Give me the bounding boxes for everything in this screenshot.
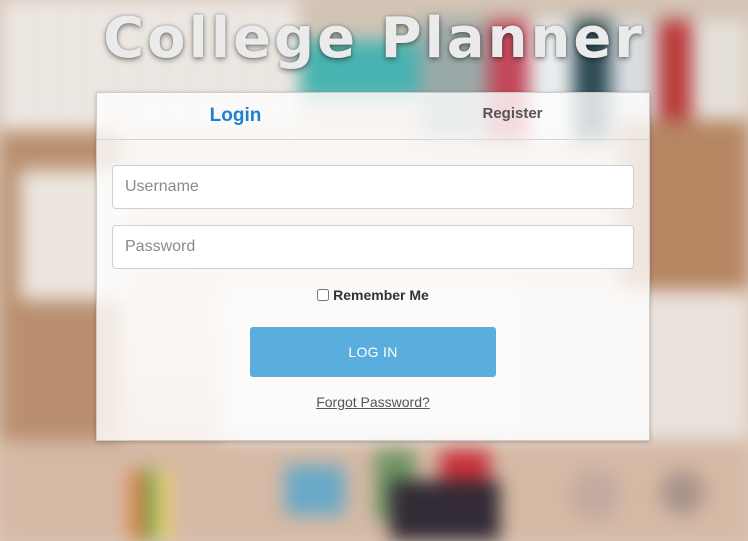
login-card: Login Register Remember Me LOG IN Forgot… [96,92,650,441]
app-title: College Planner [103,6,645,71]
auth-tabs: Login Register [97,93,649,140]
tab-register[interactable]: Register [374,93,651,139]
username-input[interactable] [112,165,634,209]
remember-me-label: Remember Me [333,287,429,303]
tab-login[interactable]: Login [97,93,374,139]
remember-me: Remember Me [97,287,649,303]
remember-me-checkbox[interactable] [317,289,330,301]
login-button[interactable]: LOG IN [250,327,496,377]
forgot-password-link[interactable]: Forgot Password? [97,394,649,410]
password-input[interactable] [112,225,634,269]
